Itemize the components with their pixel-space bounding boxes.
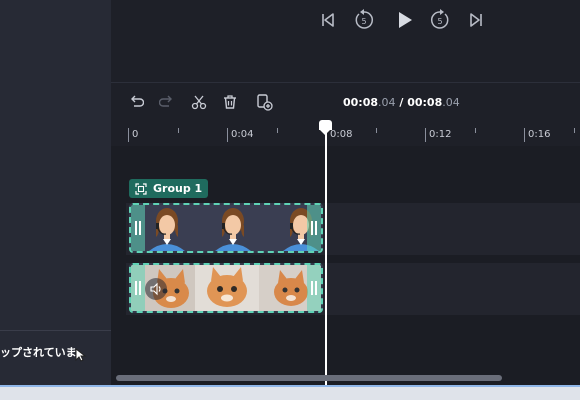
- total-time-frac: .04: [442, 96, 460, 109]
- duplicate-button[interactable]: [254, 92, 274, 112]
- split-button[interactable]: [189, 92, 209, 112]
- group-icon: [135, 182, 147, 195]
- timecode-display: 00:08.04 / 00:08.04: [343, 96, 460, 109]
- time-separator: /: [395, 96, 408, 109]
- character-thumbnails: [131, 205, 321, 251]
- timeline-horizontal-scrollbar[interactable]: [116, 375, 502, 381]
- skip-to-start-button[interactable]: [317, 9, 339, 31]
- rewind-5-button[interactable]: 5: [352, 8, 376, 32]
- play-icon: [399, 12, 412, 28]
- mute-toggle-button[interactable]: [145, 278, 167, 300]
- forward-icon: 5: [431, 9, 449, 29]
- total-time-main: 00:08: [407, 96, 443, 109]
- play-button[interactable]: [391, 7, 417, 33]
- clip-trim-handle-left[interactable]: [131, 205, 145, 251]
- rewind-seconds-label: 5: [361, 17, 366, 26]
- left-divider: [0, 330, 111, 331]
- clip-trim-handle-right[interactable]: [307, 265, 321, 311]
- trash-icon: [224, 95, 236, 109]
- duplicate-icon: [257, 94, 273, 111]
- forward-seconds-label: 5: [437, 17, 442, 26]
- ruler-label: 0:16: [528, 129, 551, 140]
- character-clip[interactable]: [129, 203, 323, 253]
- playhead-line[interactable]: [325, 126, 327, 385]
- ruler-minor-tick: [376, 128, 377, 133]
- ruler-minor-tick: [574, 128, 575, 133]
- player-controls: [111, 0, 580, 82]
- undo-icon: [131, 95, 144, 107]
- ruler-major-tick: [227, 128, 228, 142]
- ruler-minor-tick: [475, 128, 476, 133]
- ruler-label: 0: [132, 129, 139, 140]
- ruler-minor-tick: [277, 128, 278, 133]
- ruler-major-tick: [128, 128, 129, 142]
- undo-button[interactable]: [126, 92, 146, 112]
- mouse-cursor-icon: [75, 348, 87, 362]
- skip-to-end-button[interactable]: [465, 9, 487, 31]
- ruler-minor-tick: [178, 128, 179, 133]
- playhead-handle[interactable]: [319, 120, 332, 135]
- current-time-frac: .04: [378, 96, 396, 109]
- grip-icon: [311, 281, 317, 295]
- scissors-icon: [191, 95, 207, 110]
- delete-button[interactable]: [220, 92, 240, 112]
- skip-to-start-icon: [322, 13, 334, 27]
- skip-to-end-icon: [470, 13, 482, 27]
- bottom-strip: [0, 385, 580, 400]
- ruler-major-tick: [425, 128, 426, 142]
- rewind-icon: 5: [355, 9, 373, 29]
- ruler-major-tick: [524, 128, 525, 142]
- ruler-label: 0:04: [231, 129, 254, 140]
- clip-trim-handle-right[interactable]: [307, 205, 321, 251]
- grip-icon: [135, 221, 141, 235]
- volume-icon: [150, 282, 161, 296]
- redo-icon: [159, 95, 172, 107]
- group-tag[interactable]: Group 1: [129, 179, 209, 198]
- grip-icon: [135, 281, 141, 295]
- redo-button[interactable]: [157, 92, 177, 112]
- upload-status-text: ップされていま: [0, 346, 77, 359]
- current-time-main: 00:08: [343, 96, 379, 109]
- ruler-label: 0:08: [330, 129, 353, 140]
- clip-trim-handle-left[interactable]: [131, 265, 145, 311]
- group-label: Group 1: [153, 182, 203, 195]
- forward-5-button[interactable]: 5: [428, 8, 452, 32]
- grip-icon: [311, 221, 317, 235]
- left-panel: ップされていま: [0, 0, 111, 385]
- ruler-label: 0:12: [429, 129, 452, 140]
